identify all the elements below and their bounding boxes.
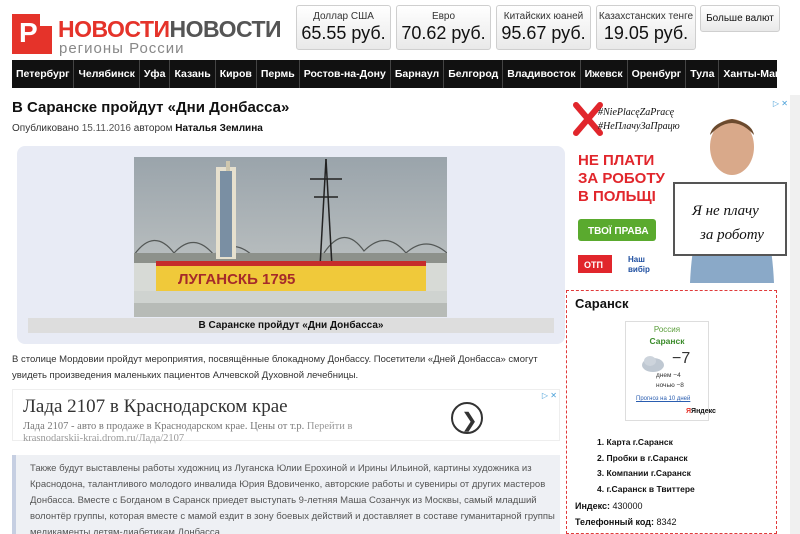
yandex-logo: ЯЯндекс [686, 408, 716, 415]
nav-item[interactable]: Барнаул [391, 60, 445, 88]
article-lead: В столице Мордовии пройдут мероприятия, … [12, 354, 538, 381]
nav-item[interactable]: Тула [686, 60, 720, 88]
nav-item[interactable]: Петербург [12, 60, 75, 88]
nav-item[interactable]: Оренбург [628, 60, 687, 88]
logo-subtitle: регионы России [59, 40, 185, 57]
nav-item[interactable]: Белгород [444, 60, 504, 88]
nav-item[interactable]: Пермь [257, 60, 300, 88]
city-link[interactable]: 4. г.Саранск в Твиттере [597, 482, 695, 498]
cloud-icon [642, 356, 664, 372]
nav-item[interactable]: Ханты-Мансийск [719, 60, 800, 88]
nav-item[interactable]: Уфа [140, 60, 171, 88]
author-link[interactable]: Наталья Землина [175, 123, 263, 134]
svg-text:#NiePlacęZaPracę: #NiePlacęZaPracę [598, 107, 675, 118]
phone-code: Телефонный код: 8342 [575, 517, 677, 527]
city-link[interactable]: 2. Пробки в г.Саранск [597, 451, 695, 467]
chevron-right-icon: ❯ [461, 410, 478, 432]
page: P НОВОСТИНОВОСТИ регионы России Доллар С… [0, 0, 800, 534]
site-logo[interactable]: P НОВОСТИНОВОСТИ регионы России [12, 12, 282, 57]
more-currencies-button[interactable]: Больше валют [700, 5, 780, 32]
logo-badge: P [12, 14, 52, 54]
adchoices-icon[interactable]: ▷ ✕ [542, 391, 557, 400]
banner-ad[interactable]: #NiePlacęZaPracę #НеПлачуЗаПрацю НЕ ПЛАТ… [570, 99, 790, 283]
nav-item[interactable]: Казань [170, 60, 216, 88]
svg-text:ОТП: ОТП [584, 260, 603, 270]
city-link[interactable]: 3. Компании г.Саранск [597, 466, 695, 482]
postal-index: Индекс: 430000 [575, 501, 643, 511]
text-ad[interactable]: Лада 2107 в Краснодарском крае Лада 2107… [12, 389, 560, 444]
svg-text:НЕ ПЛАТИ: НЕ ПЛАТИ [578, 152, 654, 169]
currency-usd[interactable]: Доллар США 65.55 руб. [296, 5, 391, 50]
article-meta: Опубликовано 15.11.2016 автором Наталья … [12, 123, 263, 134]
logo-wordmark: НОВОСТИНОВОСТИ [58, 16, 282, 42]
svg-text:ТВОЇ ПРАВА: ТВОЇ ПРАВА [588, 224, 649, 237]
temperature: −7 [672, 350, 691, 367]
ad-text: Лада 2107 - авто в продаже в Краснодарск… [23, 421, 353, 444]
article-title: В Саранске пройдут «Дни Донбасса» [12, 99, 290, 116]
svg-text:за роботу: за роботу [699, 227, 764, 243]
svg-text:В ПОЛЬЩІ: В ПОЛЬЩІ [578, 188, 656, 205]
publish-date: 15.11.2016 [81, 123, 131, 134]
svg-text:Я не плачу: Я не плачу [691, 203, 759, 219]
ad-open-button[interactable]: ❯ [451, 402, 483, 434]
nav-item[interactable]: Владивосток [503, 60, 581, 88]
currency-cny[interactable]: Китайских юаней 95.67 руб. [496, 5, 591, 50]
ad-title[interactable]: Лада 2107 в Краснодарском крае [23, 396, 288, 418]
forecast-link[interactable]: Прогноз на 10 дней [636, 396, 690, 402]
city-link[interactable]: 1. Карта г.Саранск [597, 435, 695, 451]
adchoices-icon[interactable]: ▷ ✕ [773, 99, 788, 108]
svg-text:Наш: Наш [628, 255, 645, 264]
article-quote: Также будут выставлены работы художниц и… [12, 455, 560, 534]
city-nav: Петербург Челябинск Уфа Казань Киров Пермь Рос… [12, 60, 800, 88]
nav-item[interactable]: Ростов-на-Дону [300, 60, 391, 88]
page-scrollbar[interactable] [790, 95, 800, 534]
currency-eur[interactable]: Евро 70.62 руб. [396, 5, 491, 50]
widget-title: Саранск [575, 296, 629, 311]
svg-text:#НеПлачуЗаПрацю: #НеПлачуЗаПрацю [598, 121, 680, 132]
svg-text:ЗА РОБОТУ: ЗА РОБОТУ [578, 170, 665, 187]
city-links: 1. Карта г.Саранск 2. Пробки в г.Саранск 3… [597, 435, 695, 497]
city-widget: Саранск Россия Саранск −7 днем −4 ночью … [566, 290, 777, 534]
currency-kzt[interactable]: Казахстанских тенге 19.05 руб. [596, 5, 696, 50]
weather-informer[interactable]: Россия Саранск −7 днем −4 ночью −8 Прогн… [625, 321, 716, 421]
article-photo: ЛУГАНСКЬ 1795 [134, 157, 447, 317]
image-caption: В Саранске пройдут «Дни Донбасса» [198, 320, 384, 331]
nav-item[interactable]: Киров [216, 60, 257, 88]
svg-text:вибір: вибір [628, 265, 650, 274]
nav-item[interactable]: Ижевск [581, 60, 628, 88]
nav-item[interactable]: Челябинск [74, 60, 140, 88]
photo-sign-text: ЛУГАНСКЬ 1795 [178, 271, 295, 288]
